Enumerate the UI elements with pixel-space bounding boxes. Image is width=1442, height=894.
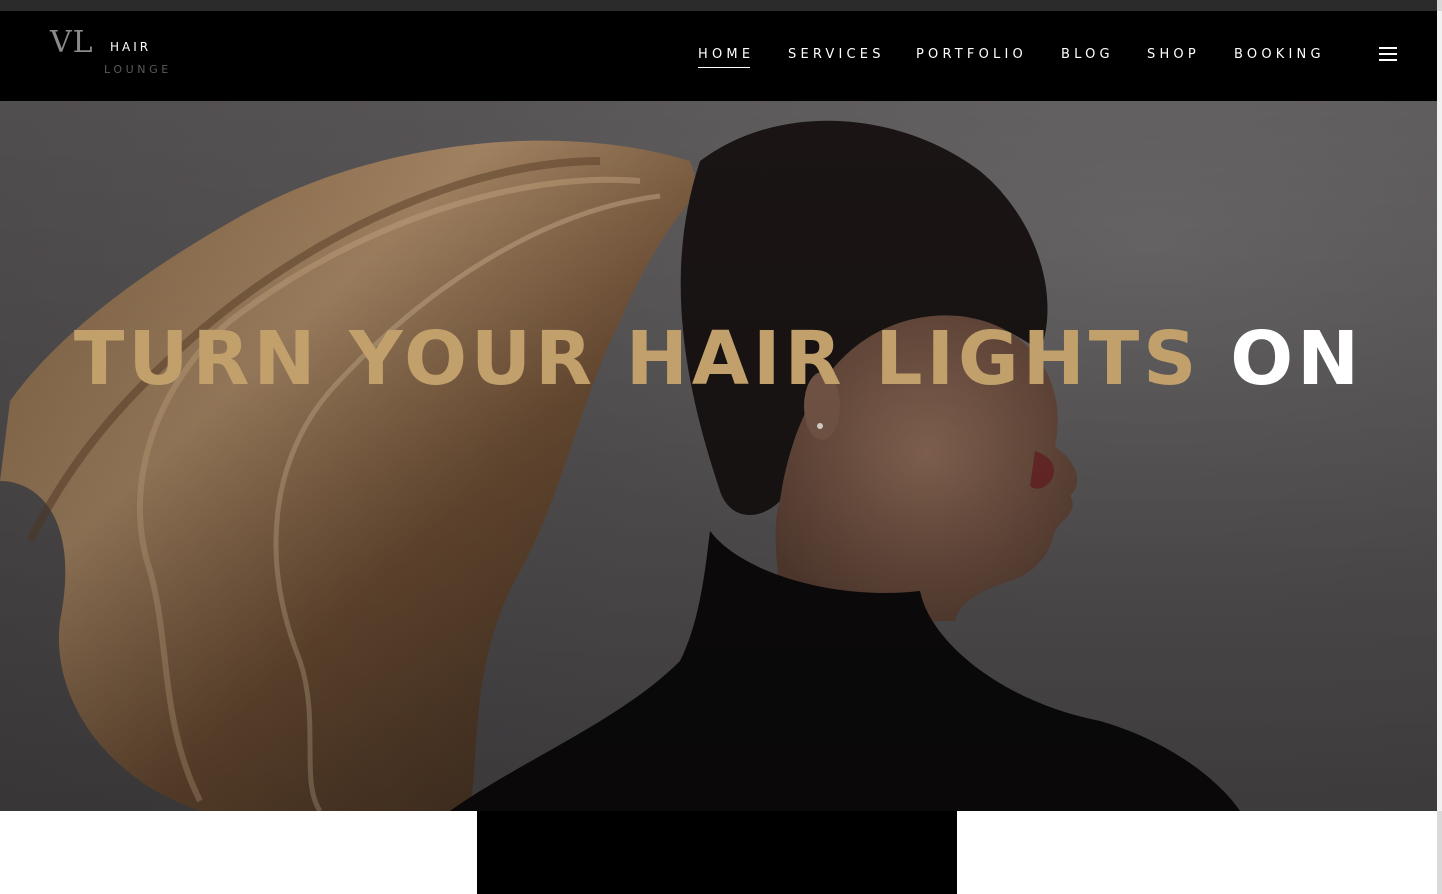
hero-headline-gold: TURN YOUR HAIR LIGHTS xyxy=(73,316,1201,402)
scrollbar-thumb[interactable] xyxy=(1437,11,1442,811)
nav-item-blog[interactable]: BLOG xyxy=(1061,47,1114,62)
site-header: VL HAIR LOUNGE HOME SERVICES PORTFOLIO B… xyxy=(0,11,1437,101)
scrollbar-track[interactable] xyxy=(1437,0,1442,894)
main-nav: HOME SERVICES PORTFOLIO BLOG SHOP BOOKIN… xyxy=(0,11,1437,101)
nav-item-shop[interactable]: SHOP xyxy=(1147,47,1200,62)
top-strip xyxy=(0,0,1442,11)
hamburger-menu-icon[interactable] xyxy=(1379,47,1397,61)
nav-item-services[interactable]: SERVICES xyxy=(788,47,885,62)
hero-background-image xyxy=(0,101,1437,811)
nav-item-home[interactable]: HOME xyxy=(698,47,754,68)
hero-headline: TURN YOUR HAIR LIGHTS ON xyxy=(0,316,1437,402)
hero-headline-white: ON xyxy=(1230,316,1364,402)
featured-block xyxy=(477,811,957,894)
nav-item-portfolio[interactable]: PORTFOLIO xyxy=(916,47,1027,62)
hero-section: TURN YOUR HAIR LIGHTS ON xyxy=(0,101,1437,811)
content-section xyxy=(0,811,1437,894)
nav-item-booking[interactable]: BOOKING xyxy=(1234,47,1325,62)
